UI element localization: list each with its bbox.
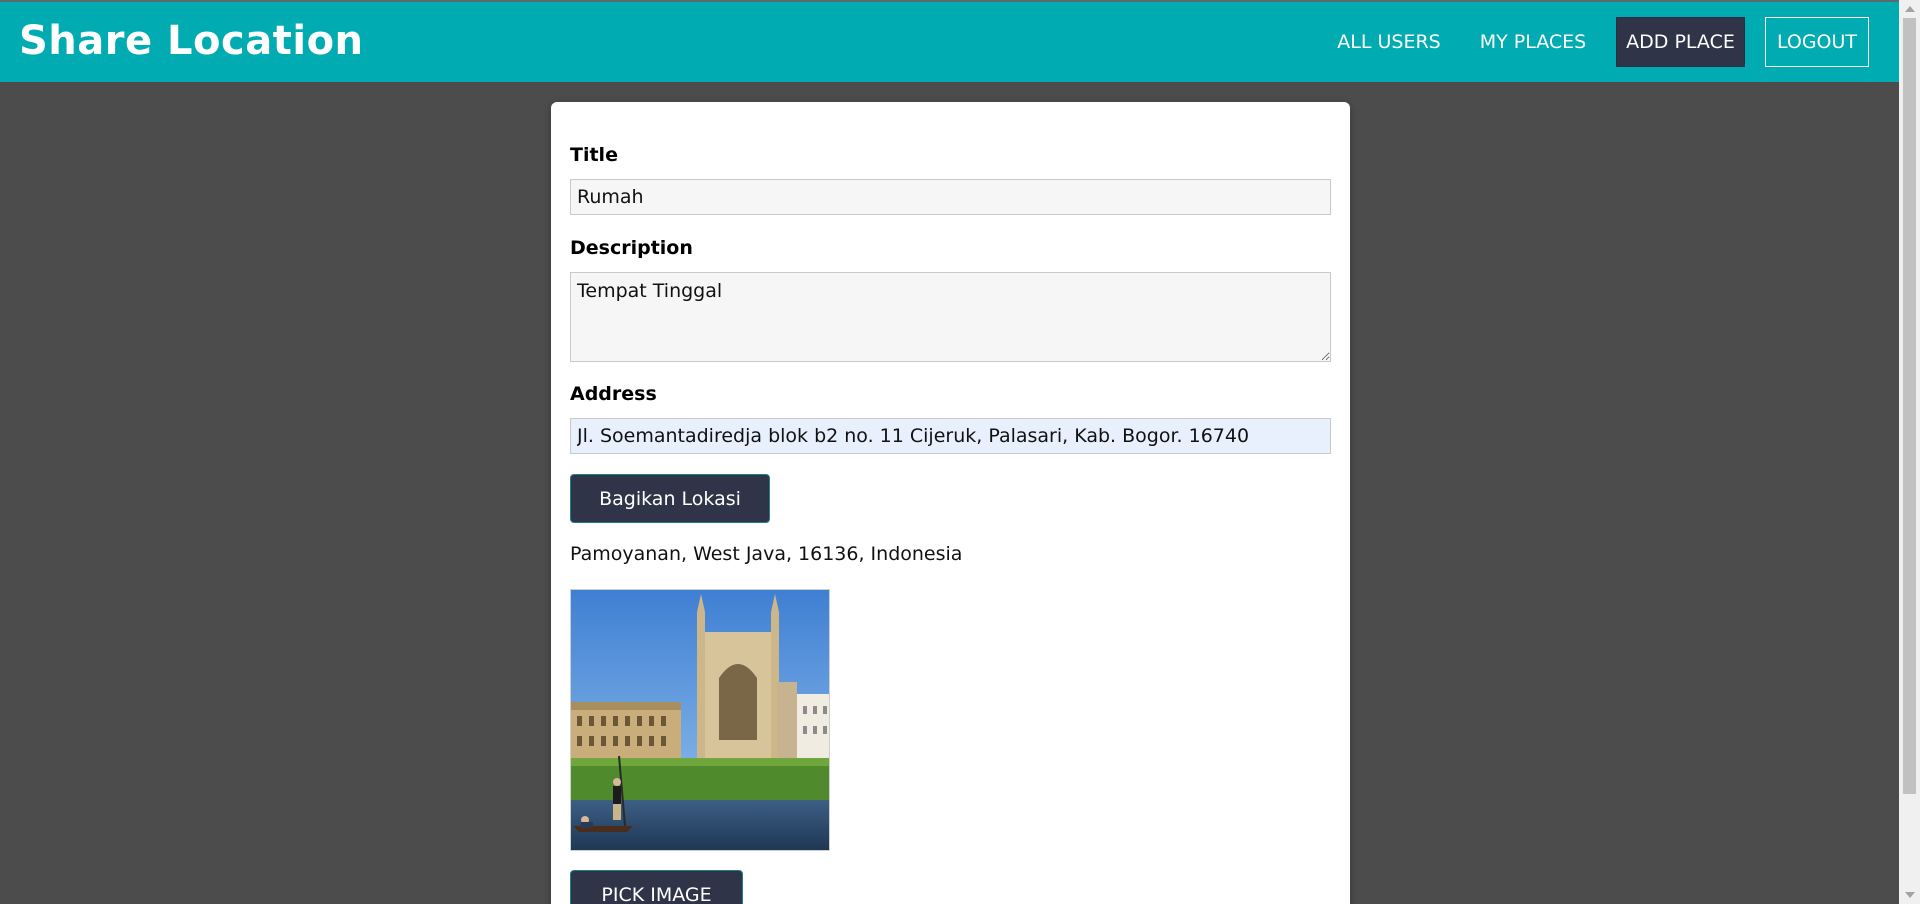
- description-textarea[interactable]: Tempat Tinggal: [570, 272, 1331, 362]
- title-label: Title: [570, 144, 618, 166]
- address-label: Address: [570, 383, 657, 405]
- chevron-down-icon[interactable]: [1905, 892, 1915, 898]
- page-scrollbar[interactable]: [1899, 0, 1920, 904]
- nav-my-places[interactable]: MY PLACES: [1471, 17, 1595, 67]
- chevron-up-icon[interactable]: [1905, 6, 1915, 12]
- nav-add-place[interactable]: ADD PLACE: [1616, 17, 1745, 67]
- image-preview: [570, 589, 830, 851]
- share-location-button[interactable]: Bagikan Lokasi: [570, 474, 770, 523]
- nav-logout-button[interactable]: LOGOUT: [1765, 17, 1869, 67]
- nav-all-users[interactable]: ALL USERS: [1320, 17, 1458, 67]
- title-input[interactable]: [570, 179, 1331, 215]
- add-place-form-card: Title Description Tempat Tinggal Address…: [551, 102, 1350, 904]
- description-label: Description: [570, 237, 693, 259]
- address-input[interactable]: [570, 418, 1331, 454]
- app-title[interactable]: Share Location: [19, 18, 364, 64]
- resolved-location-text: Pamoyanan, West Java, 16136, Indonesia: [570, 543, 963, 565]
- place-photo: [571, 590, 829, 850]
- top-navigation-bar: Share Location ALL USERS MY PLACES ADD P…: [0, 0, 1899, 82]
- scrollbar-thumb[interactable]: [1903, 18, 1916, 794]
- pick-image-button[interactable]: PICK IMAGE: [570, 870, 743, 904]
